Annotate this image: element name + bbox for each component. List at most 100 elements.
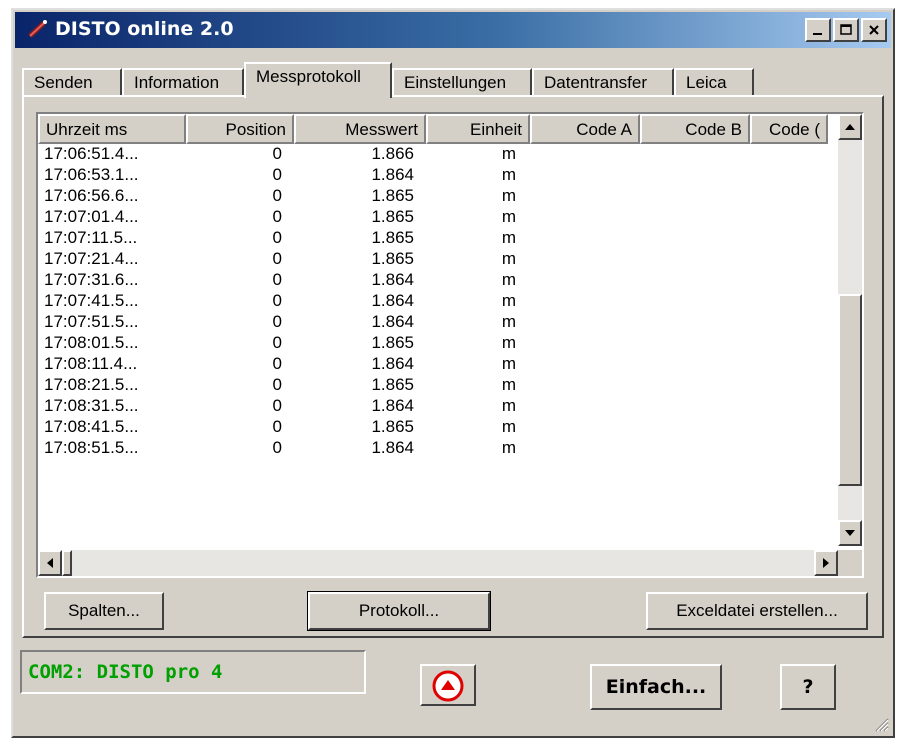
cell-position: 0	[272, 207, 282, 226]
cell-time: 17:08:41.5...	[44, 417, 139, 436]
column-header-position[interactable]: Position	[186, 114, 294, 144]
table-row[interactable]: 17:06:56.6... 0 1.865 m	[38, 186, 828, 207]
table-row[interactable]: 17:08:51.5... 0 1.864 m	[38, 438, 828, 459]
vertical-scrollbar[interactable]	[838, 114, 862, 546]
table-row[interactable]: 17:08:11.4... 0 1.864 m	[38, 354, 828, 375]
cell-time: 17:08:01.5...	[44, 333, 139, 352]
close-button[interactable]	[861, 18, 887, 42]
table-row[interactable]: 17:08:31.5... 0 1.864 m	[38, 396, 828, 417]
cell-time: 17:07:11.5...	[44, 228, 138, 247]
horizontal-scroll-thumb[interactable]	[62, 550, 72, 576]
cell-value: 1.864	[371, 438, 414, 457]
help-button[interactable]: ?	[780, 664, 836, 710]
cell-time: 17:07:21.4...	[44, 249, 139, 268]
cell-time: 17:08:31.5...	[44, 396, 139, 415]
table-row[interactable]: 17:07:51.5... 0 1.864 m	[38, 312, 828, 333]
cell-unit: m	[501, 186, 516, 205]
record-button[interactable]	[420, 664, 476, 706]
arrow-right-icon	[823, 558, 829, 568]
tab-leica[interactable]: Leica	[674, 68, 754, 96]
red-circle-up-arrow-icon	[432, 670, 464, 702]
table-row[interactable]: 17:07:21.4... 0 1.865 m	[38, 249, 828, 270]
cell-unit: m	[501, 333, 516, 352]
table-row[interactable]: 17:08:21.5... 0 1.865 m	[38, 375, 828, 396]
cell-value: 1.866	[371, 144, 414, 163]
tab-messprotokoll[interactable]: Messprotokoll	[244, 62, 392, 98]
window-title: DISTO online 2.0	[55, 18, 234, 40]
excel-export-button[interactable]: Exceldatei erstellen...	[646, 592, 868, 630]
cell-unit: m	[501, 375, 516, 394]
table-row[interactable]: 17:08:01.5... 0 1.865 m	[38, 333, 828, 354]
arrow-left-icon	[47, 558, 53, 568]
column-header-code-c[interactable]: Code (	[750, 114, 828, 144]
scroll-left-button[interactable]	[38, 550, 62, 576]
table-row[interactable]: 17:07:11.5... 0 1.865 m	[38, 228, 828, 249]
table-row[interactable]: 17:07:01.4... 0 1.865 m	[38, 207, 828, 228]
maximize-icon	[840, 24, 852, 35]
cell-position: 0	[272, 375, 282, 394]
table-row[interactable]: 17:07:41.5... 0 1.864 m	[38, 291, 828, 312]
maximize-button[interactable]	[833, 18, 859, 42]
vertical-scroll-thumb[interactable]	[838, 294, 862, 487]
cell-value: 1.865	[371, 417, 414, 436]
protocol-button[interactable]: Protokoll...	[307, 591, 491, 631]
column-header-time[interactable]: Uhrzeit ms	[38, 114, 186, 144]
tab-senden[interactable]: Senden	[22, 68, 122, 96]
cell-position: 0	[272, 354, 282, 373]
column-header-value[interactable]: Messwert	[294, 114, 426, 144]
minimize-button[interactable]	[805, 18, 831, 42]
resize-grip-icon[interactable]	[873, 716, 889, 732]
simple-mode-button[interactable]: Einfach...	[590, 664, 722, 710]
cell-value: 1.864	[371, 270, 414, 289]
laser-pen-icon	[28, 20, 47, 38]
close-icon	[869, 25, 879, 35]
column-header-code-a[interactable]: Code A	[530, 114, 640, 144]
tab-label: Datentransfer	[544, 73, 647, 92]
scroll-down-button[interactable]	[838, 520, 862, 546]
cell-position: 0	[272, 228, 282, 247]
scroll-right-button[interactable]	[814, 550, 838, 576]
cell-time: 17:08:51.5...	[44, 438, 139, 457]
cell-position: 0	[272, 144, 282, 163]
cell-time: 17:08:21.5...	[44, 375, 139, 394]
tab-information[interactable]: Information	[122, 68, 244, 96]
tab-label: Senden	[34, 73, 93, 92]
cell-unit: m	[501, 396, 516, 415]
cell-unit: m	[501, 144, 516, 163]
cell-value: 1.864	[371, 354, 414, 373]
cell-unit: m	[501, 249, 516, 268]
title-bar[interactable]: DISTO online 2.0	[15, 12, 891, 48]
horizontal-scrollbar[interactable]	[38, 550, 838, 576]
table-row[interactable]: 17:06:53.1... 0 1.864 m	[38, 165, 828, 186]
cell-value: 1.865	[371, 207, 414, 226]
list-header: Uhrzeit ms Position Messwert Einheit Cod…	[38, 114, 828, 144]
tab-einstellungen[interactable]: Einstellungen	[392, 68, 532, 96]
tab-label: Information	[134, 73, 220, 92]
column-header-code-b[interactable]: Code B	[640, 114, 750, 144]
connection-status: COM2: DISTO pro 4	[20, 650, 366, 694]
cell-unit: m	[501, 312, 516, 331]
measurement-list[interactable]: Uhrzeit ms Position Messwert Einheit Cod…	[36, 112, 864, 578]
table-row[interactable]: 17:06:51.4... 0 1.866 m	[38, 144, 828, 165]
cell-position: 0	[272, 417, 282, 436]
cell-unit: m	[501, 165, 516, 184]
cell-time: 17:06:51.4...	[44, 144, 139, 163]
cell-position: 0	[272, 438, 282, 457]
cell-unit: m	[501, 354, 516, 373]
tab-label: Einstellungen	[404, 73, 507, 92]
cell-time: 17:06:53.1...	[44, 165, 139, 184]
column-label: Code B	[685, 120, 742, 139]
cell-unit: m	[501, 291, 516, 310]
cell-time: 17:06:56.6...	[44, 186, 139, 205]
column-header-unit[interactable]: Einheit	[426, 114, 530, 144]
tab-datentransfer[interactable]: Datentransfer	[532, 68, 674, 96]
columns-button[interactable]: Spalten...	[44, 592, 164, 630]
cell-value: 1.864	[371, 291, 414, 310]
cell-value: 1.864	[371, 396, 414, 415]
scroll-up-button[interactable]	[838, 114, 862, 140]
table-row[interactable]: 17:07:31.6... 0 1.864 m	[38, 270, 828, 291]
cell-position: 0	[272, 186, 282, 205]
cell-time: 17:07:41.5...	[44, 291, 139, 310]
table-row[interactable]: 17:08:41.5... 0 1.865 m	[38, 417, 828, 438]
cell-value: 1.865	[371, 375, 414, 394]
